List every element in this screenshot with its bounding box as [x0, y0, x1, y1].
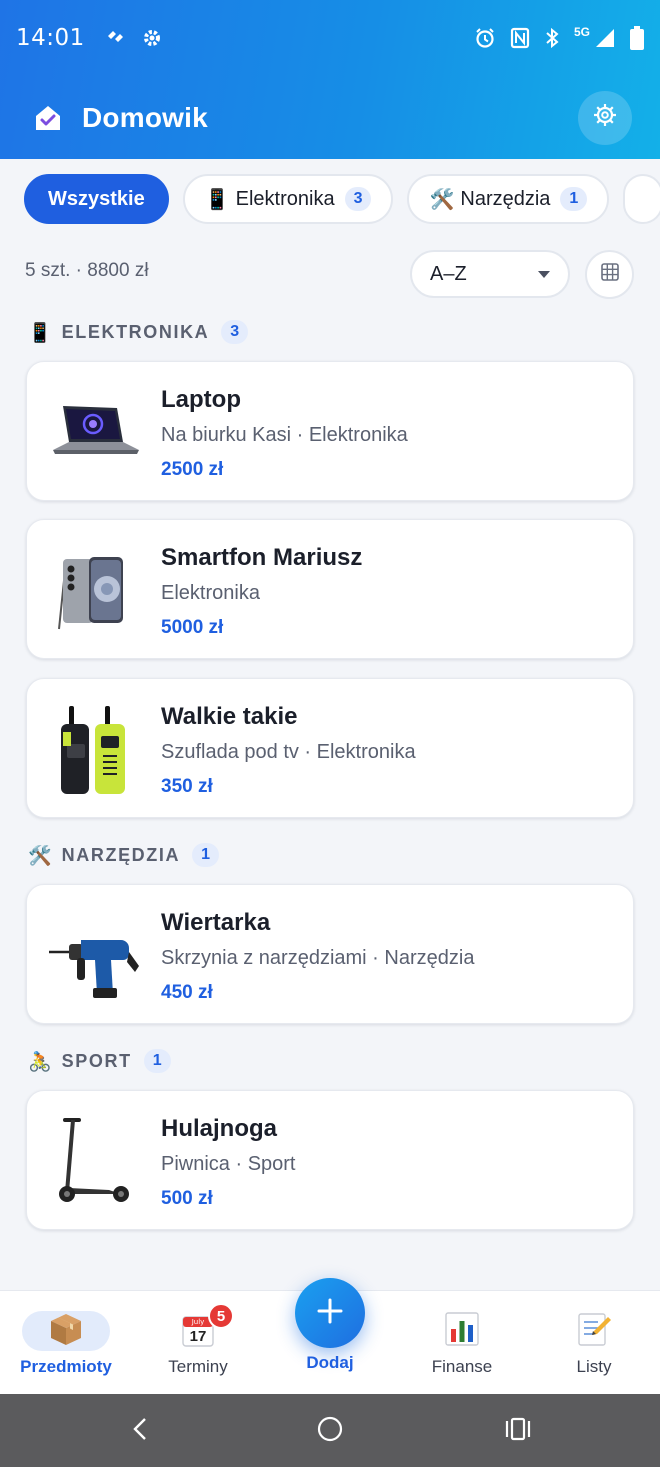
nav-label: Listy	[576, 1357, 612, 1376]
item-card-smartphone[interactable]: Smartfon Mariusz Elektronika 5000 zł	[26, 519, 634, 659]
add-item-button[interactable]	[295, 1278, 365, 1348]
status-bar: 14:01 5G	[0, 0, 660, 76]
grid-view-button[interactable]	[585, 250, 634, 299]
item-card-drill[interactable]: Wiertarka Skrzynia z narzędziami · Narzę…	[26, 884, 634, 1024]
app-header: 14:01 5G Domowik	[0, 0, 660, 159]
grid-icon	[600, 263, 619, 286]
section-header-tools: 🛠️ NARZĘDZIA 1	[28, 840, 219, 870]
package-icon	[48, 1311, 84, 1352]
bar-chart-icon	[444, 1311, 480, 1352]
item-card-walkie-talkie[interactable]: Walkie takie Szuflada pod tv · Elektroni…	[26, 678, 634, 818]
app-title: Domowik	[82, 101, 208, 133]
home-button[interactable]	[315, 1416, 345, 1446]
smartphone-image	[49, 545, 141, 637]
section-title: ELEKTRONIKA	[61, 321, 210, 342]
gear-icon	[593, 103, 617, 132]
item-subtitle: Elektronika	[161, 582, 260, 604]
item-price: 5000 zł	[161, 617, 224, 638]
filter-chip-more[interactable]	[623, 174, 660, 224]
scooter-image	[49, 1116, 141, 1208]
category-filter-bar: Wszystkie 📱 Elektronika 3 🛠️ Narzędzia 1	[24, 174, 660, 224]
item-card-scooter[interactable]: Hulajnoga Piwnica · Sport 500 zł	[26, 1090, 634, 1230]
filter-count-badge: 3	[344, 187, 372, 211]
item-subtitle: Na biurku Kasi · Elektronika	[161, 424, 408, 446]
settings-button[interactable]	[578, 90, 632, 145]
back-button[interactable]	[125, 1416, 155, 1446]
phone-icon: 📱	[28, 321, 52, 344]
item-price: 350 zł	[161, 776, 213, 797]
bluetooth-icon	[544, 27, 560, 49]
section-header-electronics: 📱 ELEKTRONIKA 3	[28, 317, 249, 347]
item-subtitle: Piwnica · Sport	[161, 1153, 296, 1175]
plus-icon	[316, 1297, 344, 1330]
item-title: Wiertarka	[161, 909, 271, 936]
filter-chip-tools[interactable]: 🛠️ Narzędzia 1	[407, 174, 610, 224]
section-title: SPORT	[61, 1050, 132, 1071]
gear-small-icon	[141, 27, 163, 49]
nav-label: Przedmioty	[20, 1357, 112, 1376]
item-title: Walkie takie	[161, 703, 298, 730]
signal-icon	[594, 27, 616, 49]
item-price: 2500 zł	[161, 459, 224, 480]
filter-chip-label: Elektronika	[235, 187, 335, 210]
tools-icon: 🛠️	[28, 844, 52, 867]
back-chevron-icon	[131, 1416, 149, 1447]
network-label: 5G	[573, 25, 590, 39]
items-summary: 5 szt. · 8800 zł	[25, 260, 149, 281]
nav-label: Finanse	[431, 1357, 493, 1376]
section-header-sport: 🚴 SPORT 1	[28, 1046, 171, 1076]
system-navigation-bar	[0, 1394, 660, 1467]
add-item-label: Dodaj	[306, 1353, 354, 1372]
phone-icon: 📱	[204, 187, 230, 211]
item-price: 450 zł	[161, 982, 213, 1003]
recents-icon	[504, 1416, 532, 1447]
sort-dropdown[interactable]: A–Z	[410, 250, 570, 298]
sort-value: A–Z	[430, 262, 467, 285]
nav-items[interactable]: Przedmioty	[0, 1291, 132, 1395]
item-title: Hulajnoga	[161, 1115, 278, 1142]
item-title: Laptop	[161, 386, 241, 413]
home-circle-icon	[316, 1415, 344, 1448]
sync-icon	[105, 27, 127, 49]
app-bar: Domowik	[0, 76, 660, 159]
item-card-laptop[interactable]: Laptop Na biurku Kasi · Elektronika 2500…	[26, 361, 634, 501]
nav-finances[interactable]: Finanse	[396, 1291, 528, 1395]
caret-down-icon	[538, 270, 550, 278]
nav-lists[interactable]: Listy	[528, 1291, 660, 1395]
item-subtitle: Szuflada pod tv · Elektronika	[161, 741, 416, 763]
alarm-icon	[474, 27, 496, 49]
status-time: 14:01	[16, 25, 85, 51]
battery-icon	[630, 26, 644, 50]
filter-chip-label: Wszystkie	[48, 187, 145, 210]
nav-calendar[interactable]: July 17 5 Terminy	[132, 1291, 264, 1395]
section-title: NARZĘDZIA	[61, 844, 181, 865]
filter-chip-label: Narzędzia	[460, 187, 551, 210]
item-price: 500 zł	[161, 1188, 213, 1209]
filter-count-badge: 1	[560, 187, 588, 211]
laptop-image	[49, 387, 141, 479]
nav-label: Terminy	[168, 1357, 228, 1376]
memo-icon	[576, 1311, 612, 1352]
calendar-day: 17	[189, 1328, 207, 1345]
section-count-badge: 3	[221, 320, 249, 344]
item-subtitle: Skrzynia z narzędziami · Narzędzia	[161, 947, 475, 969]
cyclist-icon: 🚴	[28, 1050, 52, 1073]
nfc-icon	[510, 27, 530, 49]
drill-image	[49, 910, 141, 1002]
house-check-icon	[34, 104, 62, 132]
walkie-talkie-image	[49, 704, 141, 796]
filter-chip-all[interactable]: Wszystkie	[24, 174, 169, 224]
notification-badge: 5	[208, 1303, 234, 1329]
item-title: Smartfon Mariusz	[161, 544, 363, 571]
tools-icon: 🛠️	[429, 187, 455, 211]
section-count-badge: 1	[192, 843, 219, 867]
filter-chip-electronics[interactable]: 📱 Elektronika 3	[182, 174, 394, 224]
section-count-badge: 1	[143, 1049, 171, 1073]
recents-button[interactable]	[503, 1416, 533, 1446]
